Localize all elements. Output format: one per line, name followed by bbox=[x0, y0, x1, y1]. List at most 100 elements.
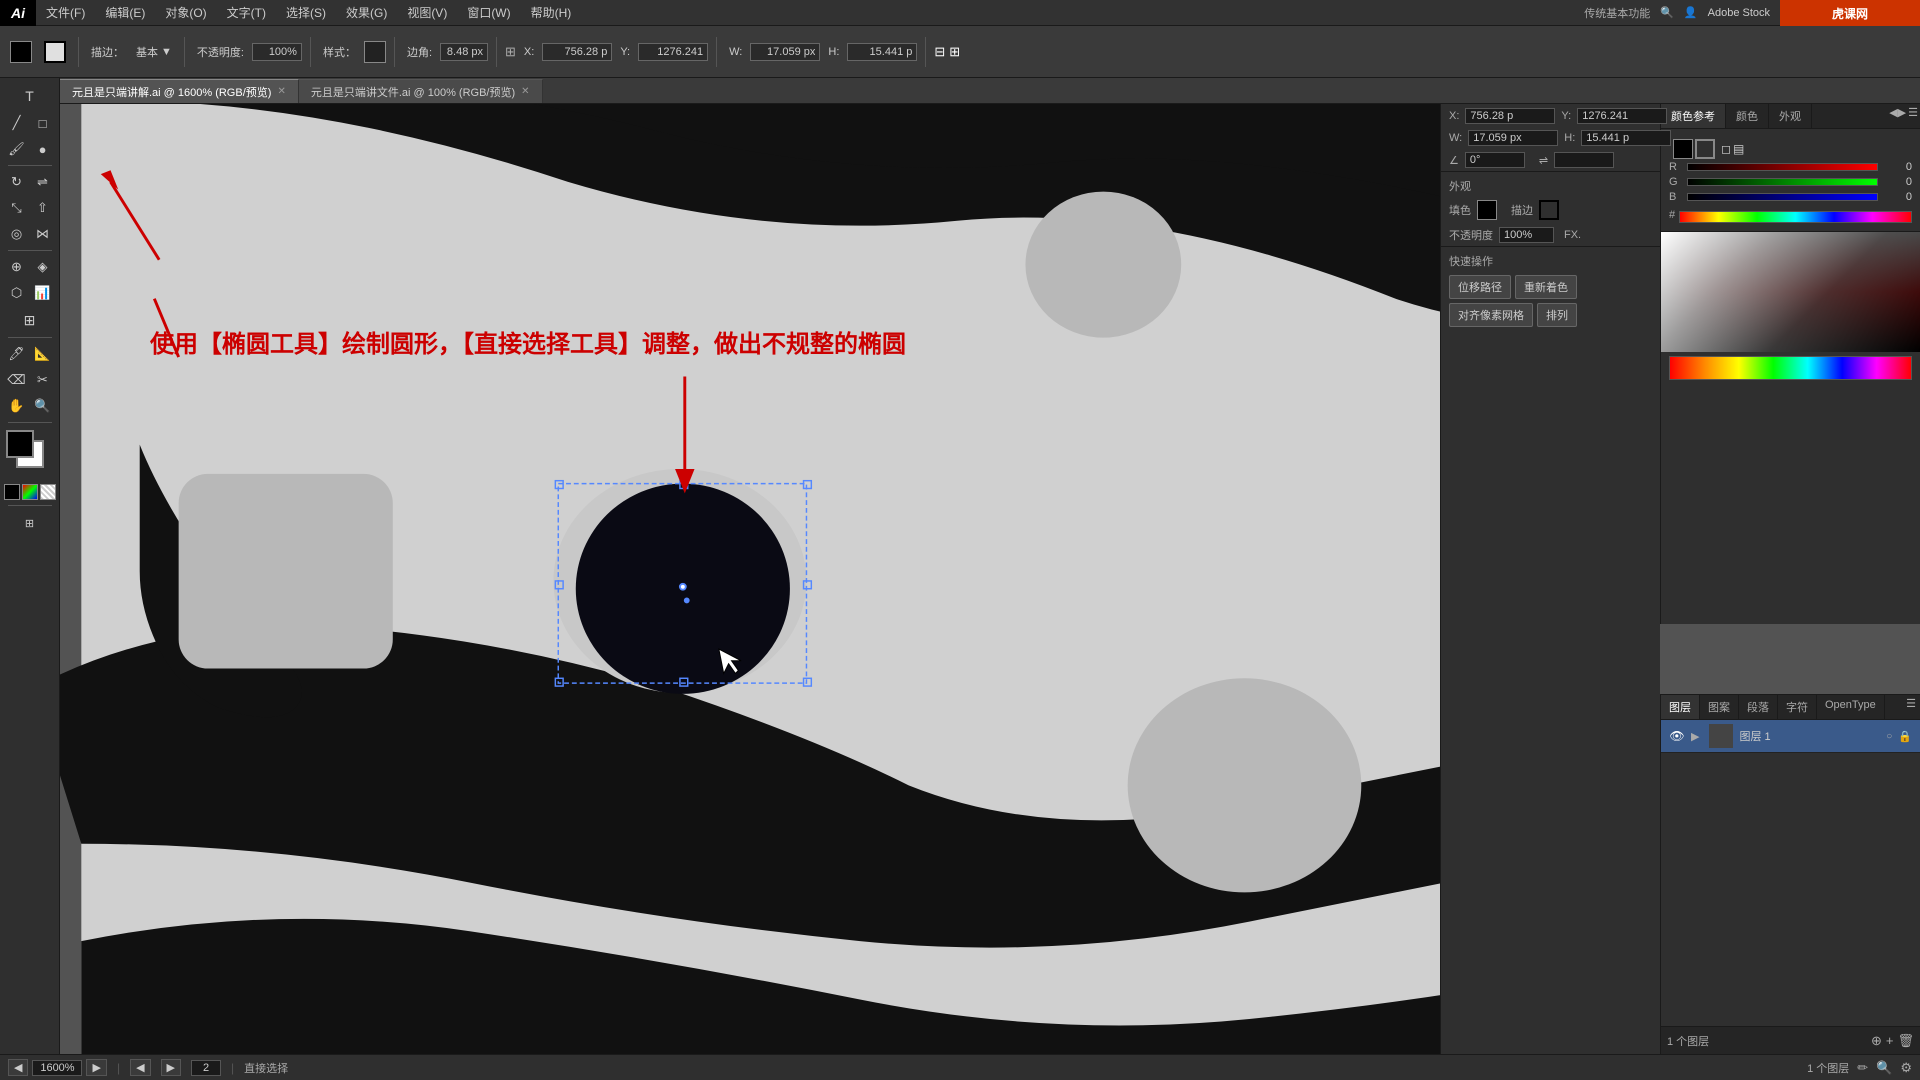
color-panel-icon2[interactable]: ▤ bbox=[1733, 142, 1744, 156]
toolbar-corner-input[interactable] bbox=[440, 43, 488, 61]
status-edit-icon[interactable]: ✏ bbox=[1857, 1060, 1868, 1076]
props-rotation-input[interactable] bbox=[1465, 152, 1525, 168]
toolbar-style-box[interactable] bbox=[364, 41, 386, 63]
menu-effect[interactable]: 效果(G) bbox=[336, 0, 397, 26]
live-paint-tool[interactable]: ◈ bbox=[30, 254, 56, 280]
toolbar-w-input[interactable] bbox=[750, 43, 820, 61]
delete-layer-btn[interactable]: 🗑 bbox=[1897, 1033, 1914, 1049]
props-x-input[interactable] bbox=[1465, 108, 1555, 124]
foreground-color[interactable] bbox=[6, 430, 34, 458]
tab-appearance-panel[interactable]: 外观 bbox=[1769, 104, 1812, 128]
tab-2-close[interactable]: ✕ bbox=[521, 86, 529, 97]
graph-tool[interactable]: 📊 bbox=[30, 280, 56, 306]
eraser-tool[interactable]: ⌫ bbox=[4, 367, 30, 393]
toolbar-fill-color[interactable] bbox=[10, 41, 32, 63]
layer-item-1[interactable]: 👁 ▶ 图层 1 ○ 🔒 bbox=[1661, 720, 1920, 753]
gradient-swatch[interactable] bbox=[22, 484, 38, 500]
zoom-out-btn[interactable]: ◀ bbox=[8, 1059, 28, 1076]
page-number-input[interactable] bbox=[191, 1060, 221, 1076]
zoom-input[interactable] bbox=[32, 1060, 82, 1076]
search-icon[interactable]: 🔍 bbox=[1660, 6, 1674, 19]
menu-window[interactable]: 窗口(W) bbox=[457, 0, 520, 26]
status-settings-icon[interactable]: ⚙ bbox=[1900, 1060, 1912, 1076]
line-tool[interactable]: ╱ bbox=[4, 110, 30, 136]
layer-vis-icon[interactable]: 👁 bbox=[1669, 728, 1685, 744]
layers-tab-paragraph[interactable]: 段落 bbox=[1739, 695, 1778, 719]
toolbar-h-input[interactable] bbox=[847, 43, 917, 61]
fill-swatch-display[interactable] bbox=[1673, 139, 1693, 159]
layers-tab-opentype[interactable]: OpenType bbox=[1817, 695, 1885, 719]
distribute-icon[interactable]: ⊞ bbox=[949, 44, 960, 60]
menu-object[interactable]: 对象(O) bbox=[155, 0, 216, 26]
scissors-tool[interactable]: ✂ bbox=[30, 367, 56, 393]
btn-align-pixel[interactable]: 对齐像素网格 bbox=[1449, 303, 1533, 327]
toolbar-stroke-dropdown[interactable]: 基本 ▼ bbox=[132, 42, 176, 62]
layer-name[interactable]: 图层 1 bbox=[1739, 728, 1880, 744]
paintbrush-tool[interactable]: 🖌 bbox=[4, 136, 30, 162]
toolbar-x-input[interactable] bbox=[542, 43, 612, 61]
props-opacity-input[interactable] bbox=[1499, 227, 1554, 243]
perspective-tool[interactable]: ⬡ bbox=[4, 280, 30, 306]
props-y-input[interactable] bbox=[1577, 108, 1667, 124]
tab-1-close[interactable]: ✕ bbox=[277, 86, 285, 97]
blob-brush-tool[interactable]: ● bbox=[30, 136, 56, 162]
tab-color[interactable]: 颜色 bbox=[1726, 104, 1769, 128]
create-layer-btn[interactable]: + bbox=[1886, 1033, 1894, 1049]
tab-color-reference[interactable]: 颜色参考 bbox=[1661, 104, 1726, 128]
panel-flyout-icon[interactable]: ☰ bbox=[1908, 106, 1918, 126]
mesh-tool[interactable]: ⊞ bbox=[6, 307, 54, 333]
btn-arrange[interactable]: 排列 bbox=[1537, 303, 1577, 327]
type-tool[interactable]: T bbox=[6, 83, 54, 109]
g-slider[interactable] bbox=[1687, 178, 1878, 186]
layer-expand-icon[interactable]: ▶ bbox=[1691, 730, 1699, 743]
toolbar-mode-selector[interactable] bbox=[6, 39, 36, 65]
shape-builder-tool[interactable]: ⊕ bbox=[4, 254, 30, 280]
create-sublayer-btn[interactable]: ⊕ bbox=[1871, 1033, 1882, 1049]
layer-lock-icon[interactable]: 🔒 bbox=[1898, 730, 1912, 743]
zoom-tool[interactable]: 🔍 bbox=[30, 393, 56, 419]
btn-recolor[interactable]: 重新着色 bbox=[1515, 275, 1577, 299]
btn-offset-path[interactable]: 位移路径 bbox=[1449, 275, 1511, 299]
menu-select[interactable]: 选择(S) bbox=[276, 0, 336, 26]
stroke-color-box[interactable] bbox=[1539, 200, 1559, 220]
warp-tool[interactable]: ◎ bbox=[4, 221, 30, 247]
tab-document-2[interactable]: 元且是只端讲文件.ai @ 100% (RGB/预览) ✕ bbox=[299, 79, 543, 103]
artboard-tool[interactable]: ⊞ bbox=[6, 510, 54, 536]
eyedropper-tool[interactable]: 🖊 bbox=[4, 341, 30, 367]
layers-tab-pattern[interactable]: 图案 bbox=[1700, 695, 1739, 719]
toolbar-opacity-input[interactable] bbox=[252, 43, 302, 61]
toolbar-stroke-color-box[interactable] bbox=[44, 41, 66, 63]
color-panel-icon1[interactable]: ◻ bbox=[1721, 142, 1731, 156]
zoom-in-btn[interactable]: ▶ bbox=[86, 1059, 106, 1076]
scale-tool[interactable]: ⤡ bbox=[4, 195, 30, 221]
stroke-swatch-display[interactable] bbox=[1695, 139, 1715, 159]
b-slider[interactable] bbox=[1687, 193, 1878, 201]
none-fill-swatch[interactable] bbox=[40, 484, 56, 500]
color-picker-field[interactable] bbox=[1661, 232, 1920, 352]
prev-page-btn[interactable]: ◀ bbox=[130, 1059, 150, 1076]
layers-tab-character[interactable]: 字符 bbox=[1778, 695, 1817, 719]
canvas-area[interactable]: 使用【椭圆工具】绘制圆形，【直接选择工具】调整，做出不规整的椭圆 bbox=[60, 104, 1660, 1054]
menu-view[interactable]: 视图(V) bbox=[397, 0, 457, 26]
props-h-input[interactable] bbox=[1581, 130, 1671, 146]
none-swatch[interactable] bbox=[4, 484, 20, 500]
panel-expand-icon[interactable]: ◀▶ bbox=[1889, 106, 1906, 126]
status-zoom-icon[interactable]: 🔍 bbox=[1876, 1060, 1892, 1076]
shear-tool[interactable]: ⇧ bbox=[30, 195, 56, 221]
tab-document-1[interactable]: 元且是只端讲解.ai @ 1600% (RGB/预览) ✕ bbox=[60, 79, 299, 103]
menu-file[interactable]: 文件(F) bbox=[36, 0, 95, 26]
align-icon[interactable]: ⊟ bbox=[934, 44, 945, 60]
fill-color-box[interactable] bbox=[1477, 200, 1497, 220]
color-spectrum[interactable] bbox=[1679, 211, 1912, 223]
reflect-tool[interactable]: ⇌ bbox=[30, 169, 56, 195]
r-slider[interactable] bbox=[1687, 163, 1878, 171]
measure-tool[interactable]: 📐 bbox=[30, 341, 56, 367]
toolbar-y-input[interactable] bbox=[638, 43, 708, 61]
rect-tool[interactable]: □ bbox=[30, 110, 56, 136]
layers-tab-layers[interactable]: 图层 bbox=[1661, 695, 1700, 719]
menu-help[interactable]: 帮助(H) bbox=[521, 0, 582, 26]
menu-text[interactable]: 文字(T) bbox=[217, 0, 276, 26]
rotate-tool[interactable]: ↻ bbox=[4, 169, 30, 195]
user-icon[interactable]: 👤 bbox=[1684, 6, 1698, 19]
props-w-input[interactable] bbox=[1468, 130, 1558, 146]
